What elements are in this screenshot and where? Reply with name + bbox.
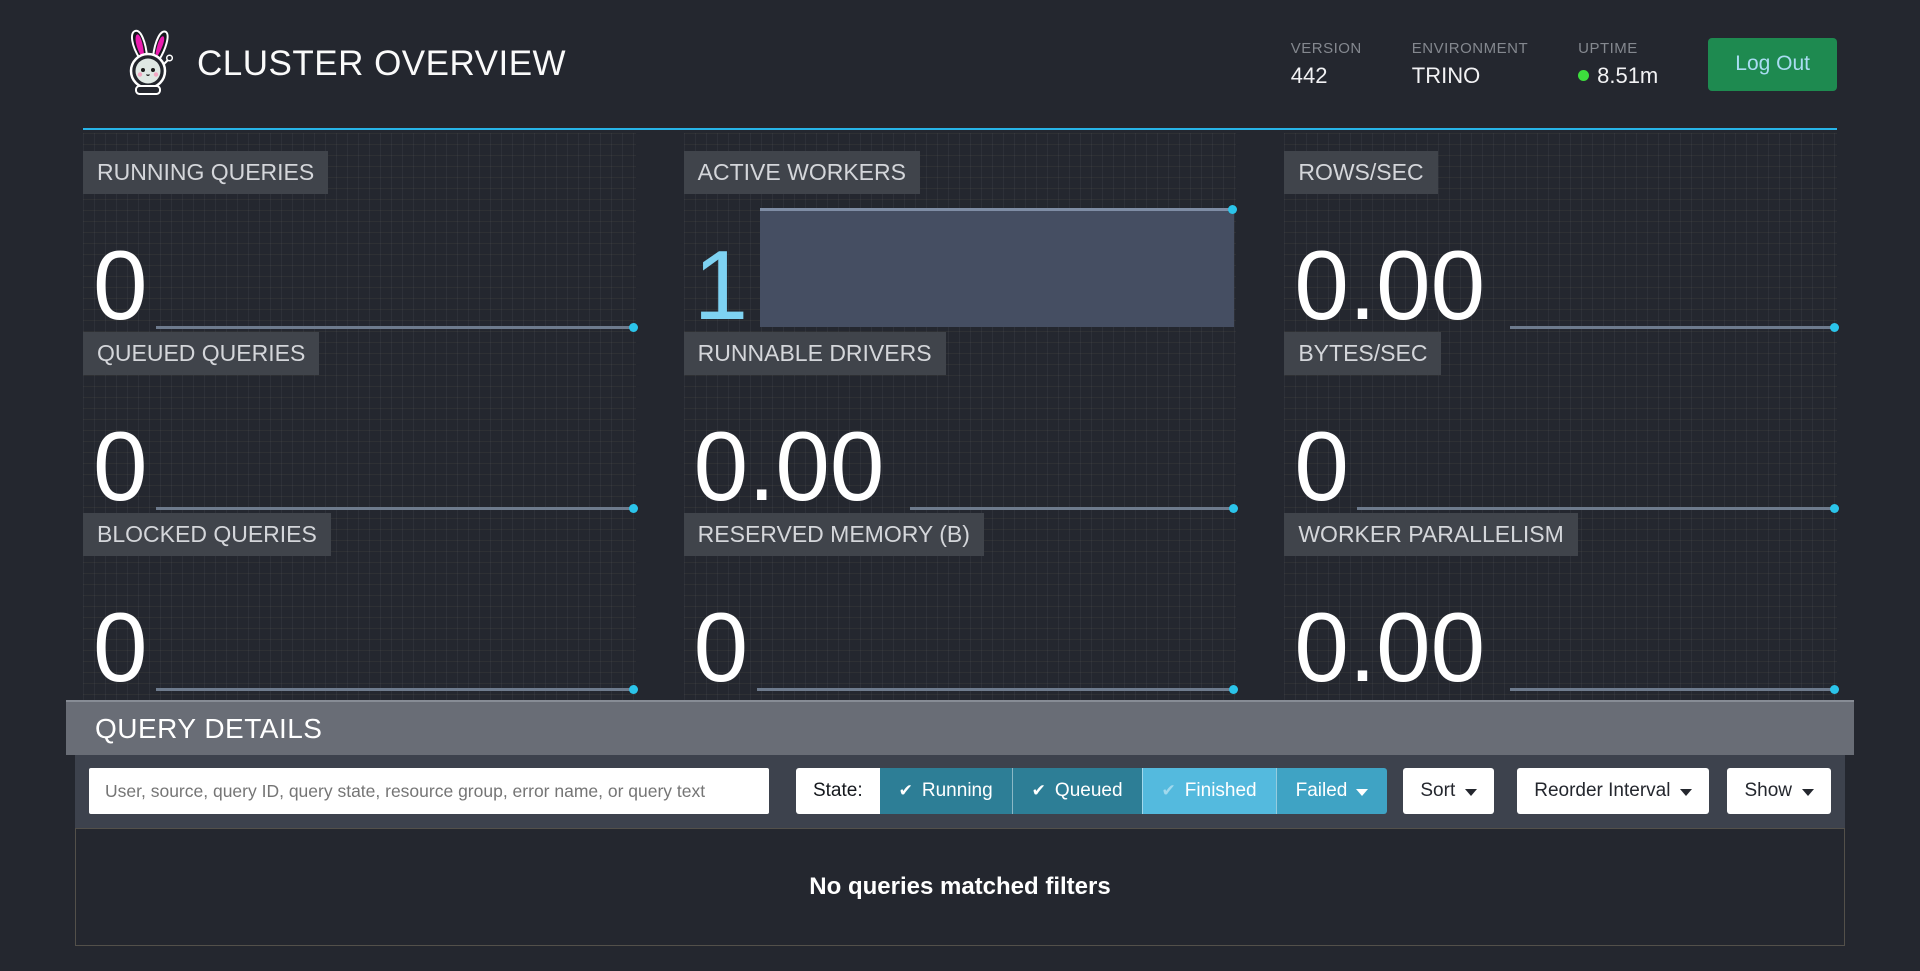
logout-button[interactable]: Log Out <box>1708 38 1837 91</box>
state-filter-group: State: ✔ Running ✔ Queued ✔ Finished Fai… <box>796 768 1387 814</box>
sparkline-chart <box>1510 688 1836 691</box>
metric-label: RESERVED MEMORY (B) <box>684 513 984 556</box>
uptime-stat: UPTIME 8.51m <box>1578 40 1658 89</box>
state-filter-failed-label: Failed <box>1296 780 1348 802</box>
metrics-column-3: ROWS/SEC 0.00 BYTES/SEC 0 WORKER PARALLE… <box>1284 133 1837 700</box>
caret-down-icon <box>1802 789 1814 796</box>
sparkline-dot-icon <box>1830 504 1839 513</box>
metric-value: 0 <box>93 236 148 334</box>
sort-label: Sort <box>1420 780 1455 802</box>
tile-running-queries: RUNNING QUERIES 0 <box>83 151 636 332</box>
sparkline-dot-icon <box>1229 504 1238 513</box>
reorder-interval-label: Reorder Interval <box>1534 780 1670 802</box>
trino-bunny-logo-icon[interactable] <box>125 26 173 96</box>
tile-reserved-memory: RESERVED MEMORY (B) 0 <box>684 513 1237 694</box>
tile-bytes-sec: BYTES/SEC 0 <box>1284 332 1837 513</box>
metric-value: 0.00 <box>1294 598 1485 696</box>
sparkline-chart <box>1357 507 1836 510</box>
metric-label: RUNNING QUERIES <box>83 151 328 194</box>
tile-worker-parallelism: WORKER PARALLELISM 0.00 <box>1284 513 1837 694</box>
metric-label: BLOCKED QUERIES <box>83 513 331 556</box>
state-filter-queued[interactable]: ✔ Queued <box>1012 768 1142 814</box>
caret-down-icon <box>1356 789 1368 796</box>
query-filter-toolbar: State: ✔ Running ✔ Queued ✔ Finished Fai… <box>75 755 1845 828</box>
state-filter-running-label: Running <box>922 780 993 802</box>
environment-label: ENVIRONMENT <box>1412 40 1528 57</box>
state-filter-running[interactable]: ✔ Running <box>880 768 1012 814</box>
state-filter-failed-dropdown[interactable]: Failed <box>1276 768 1388 814</box>
query-details-section: QUERY DETAILS State: ✔ Running ✔ Queued … <box>66 700 1854 946</box>
uptime-status-dot-icon <box>1578 70 1589 81</box>
environment-value: TRINO <box>1412 63 1528 89</box>
reorder-interval-dropdown-button[interactable]: Reorder Interval <box>1517 768 1709 814</box>
sparkline-chart <box>156 507 635 510</box>
metric-value: 1 <box>694 236 749 334</box>
version-stat: VERSION 442 <box>1291 40 1362 89</box>
sparkline-chart <box>757 688 1236 691</box>
show-label: Show <box>1744 780 1792 802</box>
metric-label: QUEUED QUERIES <box>83 332 319 375</box>
metric-value: 0.00 <box>1294 236 1485 334</box>
tile-blocked-queries: BLOCKED QUERIES 0 <box>83 513 636 694</box>
metric-label: ACTIVE WORKERS <box>684 151 920 194</box>
metrics-grid: RUNNING QUERIES 0 QUEUED QUERIES 0 BLOCK… <box>83 133 1837 700</box>
sparkline-dot-icon <box>629 504 638 513</box>
query-details-title: QUERY DETAILS <box>95 713 322 745</box>
uptime-value-wrap: 8.51m <box>1578 63 1658 89</box>
page-title: CLUSTER OVERVIEW <box>197 44 566 84</box>
query-details-header: QUERY DETAILS <box>66 700 1854 755</box>
caret-down-icon <box>1680 789 1692 796</box>
state-filter-queued-label: Queued <box>1055 780 1123 802</box>
sparkline-chart <box>156 688 635 691</box>
caret-down-icon <box>1465 789 1477 796</box>
metric-label: ROWS/SEC <box>1284 151 1437 194</box>
area-chart <box>760 208 1235 327</box>
metric-value: 0 <box>93 598 148 696</box>
state-filter-finished-label: Finished <box>1185 780 1257 802</box>
environment-stat: ENVIRONMENT TRINO <box>1412 40 1528 89</box>
header: CLUSTER OVERVIEW VERSION 442 ENVIRONMENT… <box>83 0 1837 130</box>
metrics-column-2: ACTIVE WORKERS 1 RUNNABLE DRIVERS 0.00 R… <box>684 133 1237 700</box>
sparkline-dot-icon <box>1228 205 1237 214</box>
uptime-label: UPTIME <box>1578 40 1658 57</box>
metric-label: WORKER PARALLELISM <box>1284 513 1577 556</box>
state-filter-finished[interactable]: ✔ Finished <box>1142 768 1276 814</box>
metric-value: 0.00 <box>694 417 885 515</box>
tile-active-workers: ACTIVE WORKERS 1 <box>684 151 1237 332</box>
check-icon: ✔ <box>1162 781 1176 801</box>
tile-rows-sec: ROWS/SEC 0.00 <box>1284 151 1837 332</box>
metric-value: 0 <box>694 598 749 696</box>
sparkline-chart <box>910 507 1236 510</box>
sparkline-dot-icon <box>1830 685 1839 694</box>
metric-value: 0 <box>1294 417 1349 515</box>
metric-label: BYTES/SEC <box>1284 332 1441 375</box>
tile-queued-queries: QUEUED QUERIES 0 <box>83 332 636 513</box>
query-search-input[interactable] <box>89 768 769 814</box>
version-value: 442 <box>1291 63 1362 89</box>
header-stats: VERSION 442 ENVIRONMENT TRINO UPTIME 8.5… <box>1291 38 1837 91</box>
metric-label: RUNNABLE DRIVERS <box>684 332 946 375</box>
sparkline-dot-icon <box>629 323 638 332</box>
sort-dropdown-button[interactable]: Sort <box>1403 768 1494 814</box>
check-icon: ✔ <box>1032 781 1046 801</box>
tile-runnable-drivers: RUNNABLE DRIVERS 0.00 <box>684 332 1237 513</box>
check-icon: ✔ <box>899 781 913 801</box>
state-filter-label: State: <box>796 768 880 814</box>
version-label: VERSION <box>1291 40 1362 57</box>
show-dropdown-button[interactable]: Show <box>1727 768 1831 814</box>
empty-state-message: No queries matched filters <box>809 873 1110 901</box>
sparkline-dot-icon <box>1229 685 1238 694</box>
metric-value: 0 <box>93 417 148 515</box>
query-list-empty-state: No queries matched filters <box>75 828 1845 946</box>
uptime-value: 8.51m <box>1597 63 1658 89</box>
metrics-column-1: RUNNING QUERIES 0 QUEUED QUERIES 0 BLOCK… <box>83 133 636 700</box>
sparkline-chart <box>156 326 635 329</box>
sparkline-dot-icon <box>1830 323 1839 332</box>
sparkline-dot-icon <box>629 685 638 694</box>
sparkline-chart <box>1510 326 1836 329</box>
